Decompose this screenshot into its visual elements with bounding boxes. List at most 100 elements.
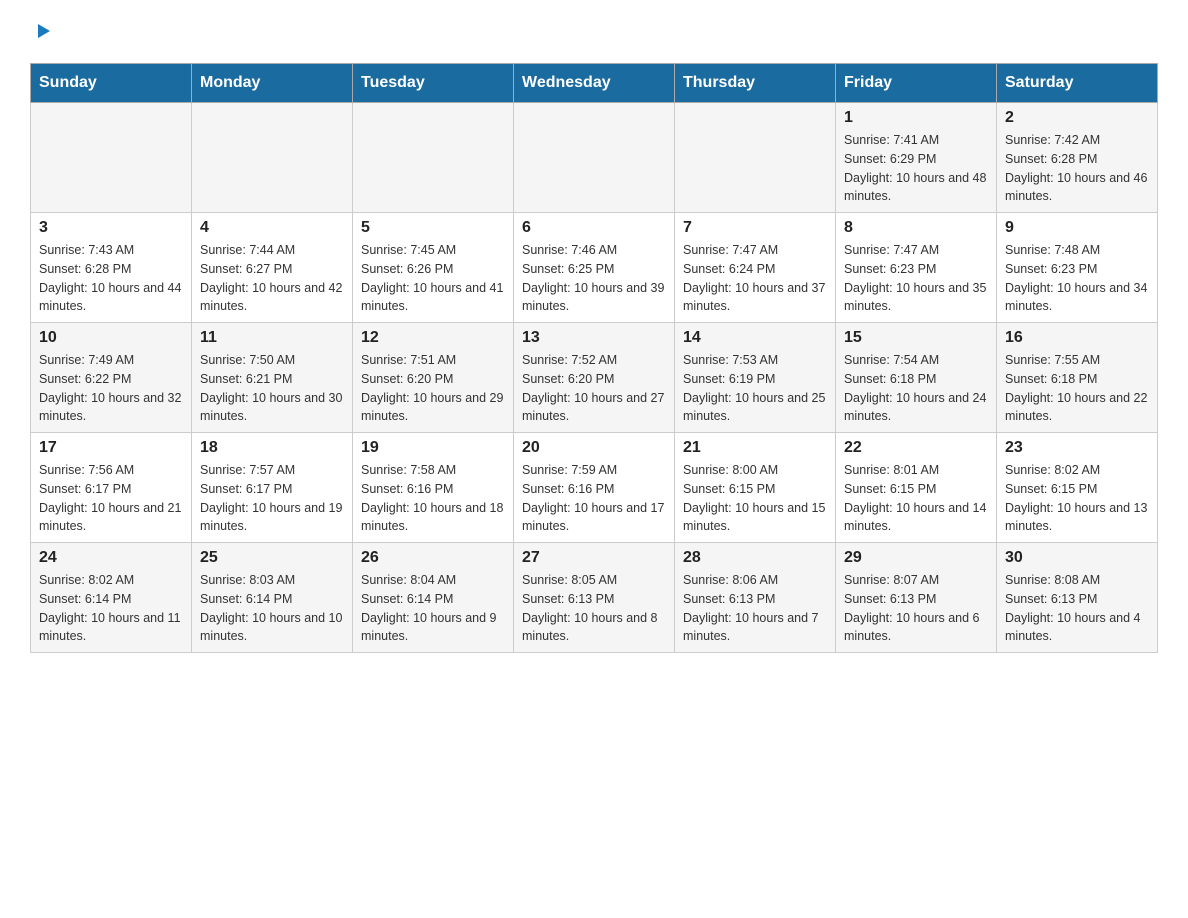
day-info: Sunrise: 8:02 AMSunset: 6:14 PMDaylight:…	[39, 571, 183, 646]
calendar-cell: 7 Sunrise: 7:47 AMSunset: 6:24 PMDaylight…	[675, 213, 836, 323]
calendar-cell	[675, 103, 836, 213]
day-info: Sunrise: 7:57 AMSunset: 6:17 PMDaylight:…	[200, 461, 344, 536]
calendar-cell: 28Sunrise: 8:06 AMSunset: 6:13 PMDayligh…	[675, 543, 836, 653]
weekday-header-tuesday: Tuesday	[353, 64, 514, 103]
calendar-cell: 14 Sunrise: 7:53 AMSunset: 6:19 PMDayligh…	[675, 323, 836, 433]
day-number: 5	[361, 219, 505, 237]
day-info: Sunrise: 7:55 AMSunset: 6:18 PMDaylight:…	[1005, 351, 1149, 426]
calendar-cell: 13 Sunrise: 7:52 AMSunset: 6:20 PMDayligh…	[514, 323, 675, 433]
day-number: 25	[200, 549, 344, 567]
day-number: 7	[683, 219, 827, 237]
calendar-cell: 4Sunrise: 7:44 AMSunset: 6:27 PMDaylight…	[192, 213, 353, 323]
week-row-5: 24Sunrise: 8:02 AMSunset: 6:14 PMDayligh…	[31, 543, 1158, 653]
day-number: 11	[200, 329, 344, 347]
calendar-cell: 9Sunrise: 7:48 AMSunset: 6:23 PMDaylight…	[997, 213, 1158, 323]
calendar-cell: 5Sunrise: 7:45 AMSunset: 6:26 PMDaylight…	[353, 213, 514, 323]
day-info: Sunrise: 7:54 AMSunset: 6:18 PMDaylight:…	[844, 351, 988, 426]
calendar-cell: 24Sunrise: 8:02 AMSunset: 6:14 PMDayligh…	[31, 543, 192, 653]
day-info: Sunrise: 7:58 AMSunset: 6:16 PMDaylight:…	[361, 461, 505, 536]
day-number: 14	[683, 329, 827, 347]
day-info: Sunrise: 7:43 AMSunset: 6:28 PMDaylight:…	[39, 241, 183, 316]
calendar-cell	[514, 103, 675, 213]
calendar-cell	[353, 103, 514, 213]
day-info: Sunrise: 7:51 AMSunset: 6:20 PMDaylight:…	[361, 351, 505, 426]
calendar-cell: 23 Sunrise: 8:02 AMSunset: 6:15 PMDayligh…	[997, 433, 1158, 543]
day-info: Sunrise: 7:47 AMSunset: 6:23 PMDaylight:…	[844, 241, 988, 316]
day-info: Sunrise: 7:42 AMSunset: 6:28 PMDaylight:…	[1005, 131, 1149, 206]
logo-arrow-icon	[32, 20, 54, 47]
calendar-cell: 27 Sunrise: 8:05 AMSunset: 6:13 PMDayligh…	[514, 543, 675, 653]
day-info: Sunrise: 7:46 AMSunset: 6:25 PMDaylight:…	[522, 241, 666, 316]
day-info: Sunrise: 7:52 AMSunset: 6:20 PMDaylight:…	[522, 351, 666, 426]
day-info: Sunrise: 8:03 AMSunset: 6:14 PMDaylight:…	[200, 571, 344, 646]
day-info: Sunrise: 7:56 AMSunset: 6:17 PMDaylight:…	[39, 461, 183, 536]
weekday-header-saturday: Saturday	[997, 64, 1158, 103]
week-row-1: 1 Sunrise: 7:41 AMSunset: 6:29 PMDaylight…	[31, 103, 1158, 213]
day-info: Sunrise: 7:50 AMSunset: 6:21 PMDaylight:…	[200, 351, 344, 426]
day-number: 20	[522, 439, 666, 457]
week-row-3: 10 Sunrise: 7:49 AMSunset: 6:22 PMDayligh…	[31, 323, 1158, 433]
weekday-header-row: SundayMondayTuesdayWednesdayThursdayFrid…	[31, 64, 1158, 103]
calendar-cell: 8Sunrise: 7:47 AMSunset: 6:23 PMDaylight…	[836, 213, 997, 323]
calendar-cell	[31, 103, 192, 213]
day-number: 3	[39, 219, 183, 237]
weekday-header-sunday: Sunday	[31, 64, 192, 103]
calendar-cell: 30 Sunrise: 8:08 AMSunset: 6:13 PMDayligh…	[997, 543, 1158, 653]
week-row-2: 3 Sunrise: 7:43 AMSunset: 6:28 PMDaylight…	[31, 213, 1158, 323]
calendar-table: SundayMondayTuesdayWednesdayThursdayFrid…	[30, 63, 1158, 653]
day-number: 17	[39, 439, 183, 457]
logo	[30, 20, 54, 47]
day-number: 13	[522, 329, 666, 347]
day-info: Sunrise: 7:47 AMSunset: 6:24 PMDaylight:…	[683, 241, 827, 316]
day-number: 6	[522, 219, 666, 237]
day-number: 29	[844, 549, 988, 567]
day-number: 18	[200, 439, 344, 457]
day-number: 10	[39, 329, 183, 347]
day-info: Sunrise: 7:41 AMSunset: 6:29 PMDaylight:…	[844, 131, 988, 206]
day-number: 1	[844, 109, 988, 127]
day-number: 2	[1005, 109, 1149, 127]
calendar-cell: 25 Sunrise: 8:03 AMSunset: 6:14 PMDayligh…	[192, 543, 353, 653]
week-row-4: 17 Sunrise: 7:56 AMSunset: 6:17 PMDayligh…	[31, 433, 1158, 543]
day-number: 23	[1005, 439, 1149, 457]
day-number: 21	[683, 439, 827, 457]
weekday-header-wednesday: Wednesday	[514, 64, 675, 103]
page-header	[30, 20, 1158, 47]
day-number: 12	[361, 329, 505, 347]
day-number: 19	[361, 439, 505, 457]
day-info: Sunrise: 8:07 AMSunset: 6:13 PMDaylight:…	[844, 571, 988, 646]
calendar-cell: 10 Sunrise: 7:49 AMSunset: 6:22 PMDayligh…	[31, 323, 192, 433]
day-info: Sunrise: 8:01 AMSunset: 6:15 PMDaylight:…	[844, 461, 988, 536]
calendar-cell	[192, 103, 353, 213]
calendar-cell: 3 Sunrise: 7:43 AMSunset: 6:28 PMDaylight…	[31, 213, 192, 323]
calendar-cell: 12 Sunrise: 7:51 AMSunset: 6:20 PMDayligh…	[353, 323, 514, 433]
day-number: 16	[1005, 329, 1149, 347]
weekday-header-thursday: Thursday	[675, 64, 836, 103]
day-number: 27	[522, 549, 666, 567]
day-number: 22	[844, 439, 988, 457]
calendar-cell: 26 Sunrise: 8:04 AMSunset: 6:14 PMDayligh…	[353, 543, 514, 653]
day-info: Sunrise: 8:02 AMSunset: 6:15 PMDaylight:…	[1005, 461, 1149, 536]
weekday-header-friday: Friday	[836, 64, 997, 103]
day-info: Sunrise: 7:53 AMSunset: 6:19 PMDaylight:…	[683, 351, 827, 426]
calendar-cell: 19 Sunrise: 7:58 AMSunset: 6:16 PMDayligh…	[353, 433, 514, 543]
day-info: Sunrise: 7:49 AMSunset: 6:22 PMDaylight:…	[39, 351, 183, 426]
day-info: Sunrise: 8:00 AMSunset: 6:15 PMDaylight:…	[683, 461, 827, 536]
day-number: 28	[683, 549, 827, 567]
calendar-cell: 2 Sunrise: 7:42 AMSunset: 6:28 PMDaylight…	[997, 103, 1158, 213]
day-info: Sunrise: 7:48 AMSunset: 6:23 PMDaylight:…	[1005, 241, 1149, 316]
calendar-cell: 6 Sunrise: 7:46 AMSunset: 6:25 PMDaylight…	[514, 213, 675, 323]
day-number: 30	[1005, 549, 1149, 567]
day-info: Sunrise: 8:04 AMSunset: 6:14 PMDaylight:…	[361, 571, 505, 646]
day-info: Sunrise: 8:05 AMSunset: 6:13 PMDaylight:…	[522, 571, 666, 646]
calendar-cell: 1 Sunrise: 7:41 AMSunset: 6:29 PMDaylight…	[836, 103, 997, 213]
calendar-cell: 16 Sunrise: 7:55 AMSunset: 6:18 PMDayligh…	[997, 323, 1158, 433]
day-number: 26	[361, 549, 505, 567]
calendar-cell: 17 Sunrise: 7:56 AMSunset: 6:17 PMDayligh…	[31, 433, 192, 543]
day-number: 15	[844, 329, 988, 347]
calendar-cell: 29 Sunrise: 8:07 AMSunset: 6:13 PMDayligh…	[836, 543, 997, 653]
calendar-cell: 20Sunrise: 7:59 AMSunset: 6:16 PMDayligh…	[514, 433, 675, 543]
day-number: 4	[200, 219, 344, 237]
day-info: Sunrise: 8:08 AMSunset: 6:13 PMDaylight:…	[1005, 571, 1149, 646]
weekday-header-monday: Monday	[192, 64, 353, 103]
